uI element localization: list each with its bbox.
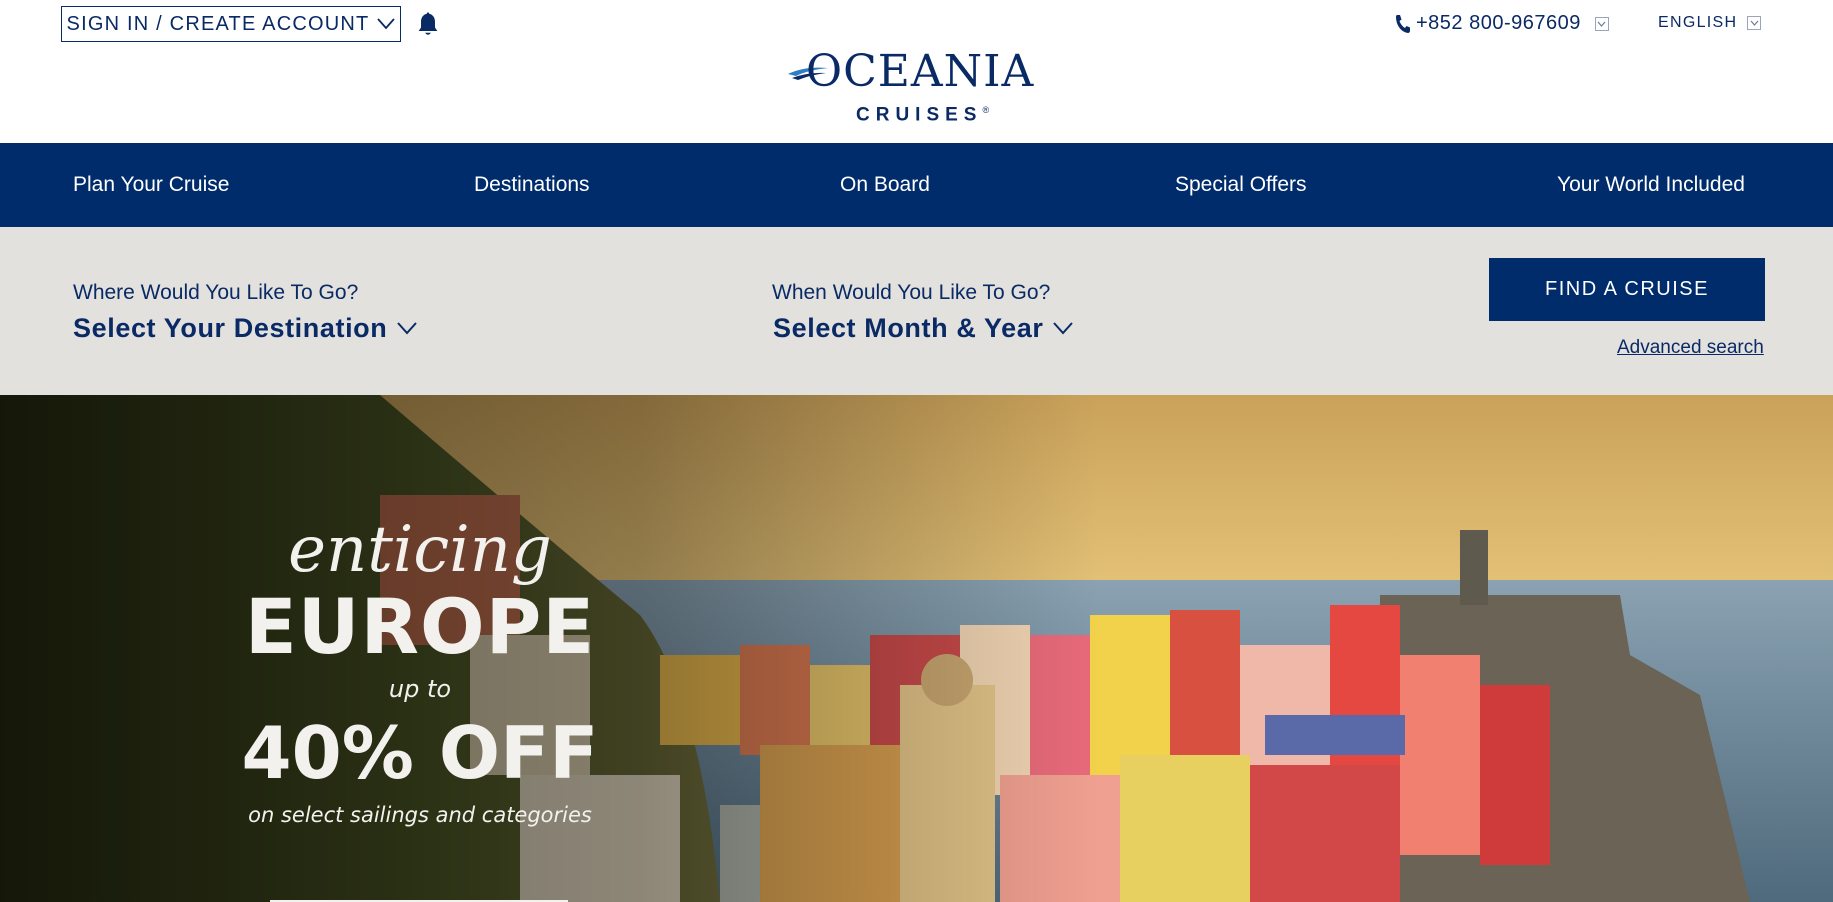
bell-icon[interactable] [414, 10, 442, 38]
date-label: When Would You Like To Go? [772, 281, 1051, 304]
nav-item-plan-your-cruise[interactable]: Plan Your Cruise [73, 143, 229, 227]
phone-number: +852 800-967609 [1416, 12, 1581, 34]
date-value: Select Month & Year [773, 313, 1044, 343]
hero-line-europe: EUROPE [244, 582, 596, 671]
find-a-cruise-button[interactable]: FIND A CRUISE [1489, 258, 1765, 321]
hero-line-discount: 40% OFF [241, 711, 599, 795]
date-select[interactable]: Select Month & Year [773, 313, 1074, 344]
oceania-cruises-logo[interactable]: OCEANIA CRUISES® [786, 46, 1040, 126]
destination-select[interactable]: Select Your Destination [73, 313, 418, 344]
hero-line-enticing: enticing [288, 513, 552, 587]
nav-item-destinations[interactable]: Destinations [474, 143, 590, 227]
logo-sub-text: CRUISES® [856, 104, 990, 126]
hero-promo-text: enticing EUROPE up to 40% OFF on select … [230, 515, 610, 833]
top-bar: SIGN IN / CREATE ACCOUNT +852 800-967609… [0, 0, 1833, 143]
nav-item-special-offers[interactable]: Special Offers [1175, 143, 1307, 227]
chevron-down-icon [1053, 322, 1074, 335]
logo-main-text: OCEANIA [806, 46, 1035, 97]
hero-banner[interactable]: enticing EUROPE up to 40% OFF on select … [0, 395, 1833, 902]
cruise-search-bar: Where Would You Like To Go? Select Your … [0, 227, 1833, 395]
dropdown-icon[interactable] [1594, 16, 1609, 31]
language-label: ENGLISH [1658, 14, 1738, 31]
sign-in-button[interactable]: SIGN IN / CREATE ACCOUNT [61, 6, 401, 42]
hero-line-note: on select sailings and categories [248, 803, 592, 827]
chevron-down-icon [377, 18, 396, 30]
hero-line-up-to: up to [388, 675, 452, 703]
phone-contact[interactable]: +852 800-967609 [1394, 12, 1609, 35]
advanced-search-link[interactable]: Advanced search [1617, 337, 1764, 359]
chevron-down-icon [397, 322, 418, 335]
sign-in-label: SIGN IN / CREATE ACCOUNT [66, 12, 370, 35]
language-selector[interactable]: ENGLISH [1658, 14, 1762, 32]
destination-label: Where Would You Like To Go? [73, 281, 359, 304]
dropdown-icon [1747, 16, 1762, 30]
nav-item-on-board[interactable]: On Board [840, 143, 930, 227]
phone-icon [1396, 14, 1410, 33]
nav-item-your-world-included[interactable]: Your World Included [1557, 143, 1745, 227]
destination-value: Select Your Destination [73, 313, 388, 343]
main-navigation: Plan Your Cruise Destinations On Board S… [0, 143, 1833, 227]
